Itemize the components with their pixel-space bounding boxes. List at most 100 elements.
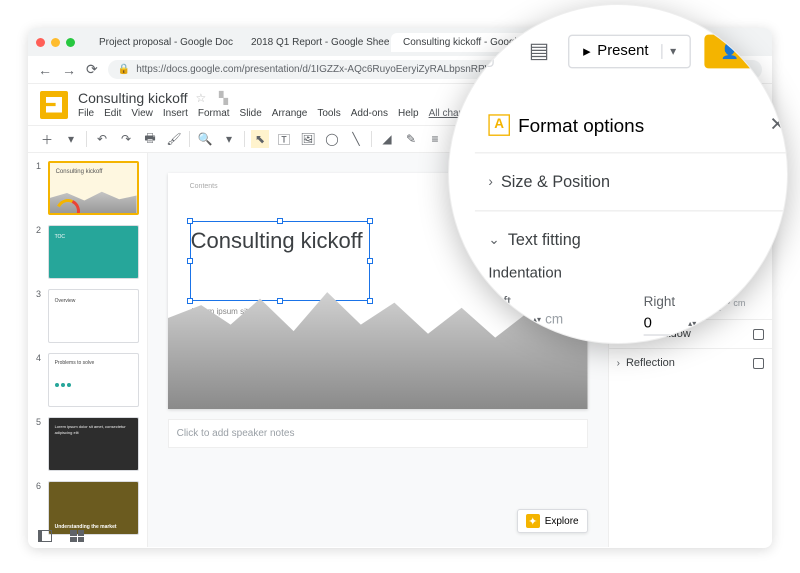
section-toggle[interactable]: ⌄Text fitting bbox=[488, 225, 785, 255]
panel-title: Format options bbox=[518, 114, 644, 136]
menu-edit[interactable]: Edit bbox=[104, 108, 121, 119]
indent-left-input[interactable]: ▴▾cm bbox=[488, 313, 630, 328]
paint-format-button[interactable]: 🖌 bbox=[165, 130, 183, 148]
slide-header-left: Contents bbox=[190, 183, 218, 190]
magnifier-lens: · Sidebars · ✕ -p ⌃ ▤ ▸Present▾ 👤⁺Share … bbox=[448, 4, 788, 344]
mag-url-fragment: -p bbox=[529, 5, 541, 20]
resize-handle[interactable] bbox=[367, 218, 373, 224]
explore-button[interactable]: ✦Explore bbox=[517, 509, 588, 533]
tab-label: 2018 Q1 Report - Google Shee bbox=[251, 37, 389, 48]
shape-tool[interactable]: ◯ bbox=[323, 130, 341, 148]
maximize-window-icon[interactable] bbox=[66, 38, 75, 47]
selected-textbox[interactable]: Consulting kickoff bbox=[190, 221, 370, 301]
tab-sheets[interactable]: 2018 Q1 Report - Google Shee× bbox=[239, 33, 389, 52]
slide-number: 6 bbox=[36, 481, 44, 535]
minimize-window-icon[interactable] bbox=[51, 38, 60, 47]
border-color-button[interactable]: ✎ bbox=[402, 130, 420, 148]
resize-handle[interactable] bbox=[277, 298, 283, 304]
move-folder-icon[interactable]: ▝▖ bbox=[214, 91, 232, 105]
view-switcher bbox=[38, 530, 86, 542]
spinner-icon[interactable]: ▴▾ bbox=[533, 316, 541, 324]
label-right: Right bbox=[644, 295, 786, 310]
lock-icon: 🔒 bbox=[118, 64, 130, 75]
forward-icon[interactable]: → bbox=[62, 62, 76, 78]
menu-arrange[interactable]: Arrange bbox=[272, 108, 308, 119]
panel-header: A Format options ✕ bbox=[475, 97, 788, 152]
resize-handle[interactable] bbox=[187, 258, 193, 264]
border-weight-button[interactable]: ≡ bbox=[426, 130, 444, 148]
print-button[interactable]: 🖶 bbox=[141, 130, 159, 148]
chevron-down-icon[interactable]: ▾ bbox=[220, 130, 238, 148]
menu-addons[interactable]: Add-ons bbox=[351, 108, 388, 119]
mag-format-panel: A Format options ✕ ›Size & Position ⌄Tex… bbox=[475, 97, 788, 344]
menu-view[interactable]: View bbox=[131, 108, 153, 119]
slides-logo-icon[interactable] bbox=[40, 91, 68, 119]
redo-button[interactable]: ↷ bbox=[117, 130, 135, 148]
line-tool[interactable]: ╲ bbox=[347, 130, 365, 148]
tab-label: Project proposal - Google Doc bbox=[99, 37, 233, 48]
share-label: Share bbox=[754, 43, 788, 59]
fill-color-button[interactable]: ◢ bbox=[378, 130, 396, 148]
separator bbox=[189, 131, 190, 147]
back-icon[interactable]: ← bbox=[38, 62, 52, 78]
indent-heading: Indentation bbox=[488, 265, 785, 281]
separator bbox=[244, 131, 245, 147]
chevron-down-icon[interactable]: ▾ bbox=[62, 130, 80, 148]
slide-number: 2 bbox=[36, 225, 44, 279]
notes-placeholder: Click to add speaker notes bbox=[177, 428, 295, 439]
collapse-panel-icon[interactable]: ⌃ bbox=[461, 35, 493, 67]
section-reflection[interactable]: ›Reflection bbox=[609, 348, 772, 377]
resize-handle[interactable] bbox=[367, 258, 373, 264]
slide-title-text[interactable]: Consulting kickoff bbox=[191, 222, 369, 253]
explore-label: Explore bbox=[545, 516, 579, 527]
filmstrip[interactable]: 1Consulting kickoff 2TOC 3Overview 4Prob… bbox=[28, 153, 148, 547]
new-slide-button[interactable]: ＋ bbox=[38, 130, 56, 148]
close-window-icon[interactable] bbox=[36, 38, 45, 47]
share-button[interactable]: 👤⁺Share bbox=[705, 34, 788, 68]
chevron-right-icon: › bbox=[488, 174, 493, 189]
chevron-right-icon: › bbox=[617, 358, 620, 369]
slide-thumb-1[interactable]: Consulting kickoff bbox=[48, 161, 139, 215]
present-label: Present bbox=[597, 43, 648, 59]
resize-handle[interactable] bbox=[277, 218, 283, 224]
checkbox[interactable] bbox=[753, 358, 764, 369]
select-tool[interactable]: ⬉ bbox=[251, 130, 269, 148]
doc-title[interactable]: Consulting kickoff bbox=[78, 90, 187, 106]
menu-slide[interactable]: Slide bbox=[240, 108, 262, 119]
comments-icon[interactable]: ▤ bbox=[524, 32, 555, 70]
present-button[interactable]: ▸Present▾ bbox=[568, 34, 691, 68]
format-options-icon: A bbox=[488, 114, 510, 136]
slide-thumb-5[interactable]: Lorem ipsum dolor sit amet, consectetur … bbox=[48, 417, 139, 471]
reload-icon[interactable]: ⟳ bbox=[86, 61, 98, 78]
undo-button[interactable]: ↶ bbox=[93, 130, 111, 148]
textbox-tool[interactable]: 🅃 bbox=[275, 130, 293, 148]
filmstrip-view-icon[interactable] bbox=[38, 530, 54, 542]
resize-handle[interactable] bbox=[367, 298, 373, 304]
slide-thumb-6[interactable]: Understanding the market bbox=[48, 481, 139, 535]
menu-help[interactable]: Help bbox=[398, 108, 419, 119]
tab-docs[interactable]: Project proposal - Google Doc× bbox=[87, 33, 237, 52]
close-panel-icon[interactable]: ✕ bbox=[770, 113, 786, 136]
separator bbox=[86, 131, 87, 147]
traffic-lights bbox=[36, 38, 75, 47]
slide-thumb-3[interactable]: Overview bbox=[48, 289, 139, 343]
menu-tools[interactable]: Tools bbox=[317, 108, 340, 119]
menu-format[interactable]: Format bbox=[198, 108, 230, 119]
zoom-button[interactable]: 🔍 bbox=[196, 130, 214, 148]
slide-thumb-2[interactable]: TOC bbox=[48, 225, 139, 279]
menu-insert[interactable]: Insert bbox=[163, 108, 188, 119]
star-icon[interactable]: ☆ bbox=[195, 91, 206, 105]
mag-header: ⌃ ▤ ▸Present▾ 👤⁺Share bbox=[461, 32, 788, 70]
spinner-icon[interactable]: ▴▾ bbox=[688, 320, 696, 328]
image-tool[interactable]: 🖼 bbox=[299, 130, 317, 148]
slide-thumb-4[interactable]: Problems to solve bbox=[48, 353, 139, 407]
speaker-notes[interactable]: Click to add speaker notes bbox=[168, 419, 588, 448]
resize-handle[interactable] bbox=[187, 298, 193, 304]
grid-view-icon[interactable] bbox=[70, 530, 86, 542]
resize-handle[interactable] bbox=[187, 218, 193, 224]
menu-file[interactable]: File bbox=[78, 108, 94, 119]
slide-number: 4 bbox=[36, 353, 44, 407]
indent-right-input[interactable]: 0▴▾cm bbox=[644, 313, 786, 336]
present-dropdown-icon[interactable]: ▾ bbox=[661, 43, 677, 58]
section-toggle[interactable]: ›Size & Position bbox=[488, 167, 785, 197]
